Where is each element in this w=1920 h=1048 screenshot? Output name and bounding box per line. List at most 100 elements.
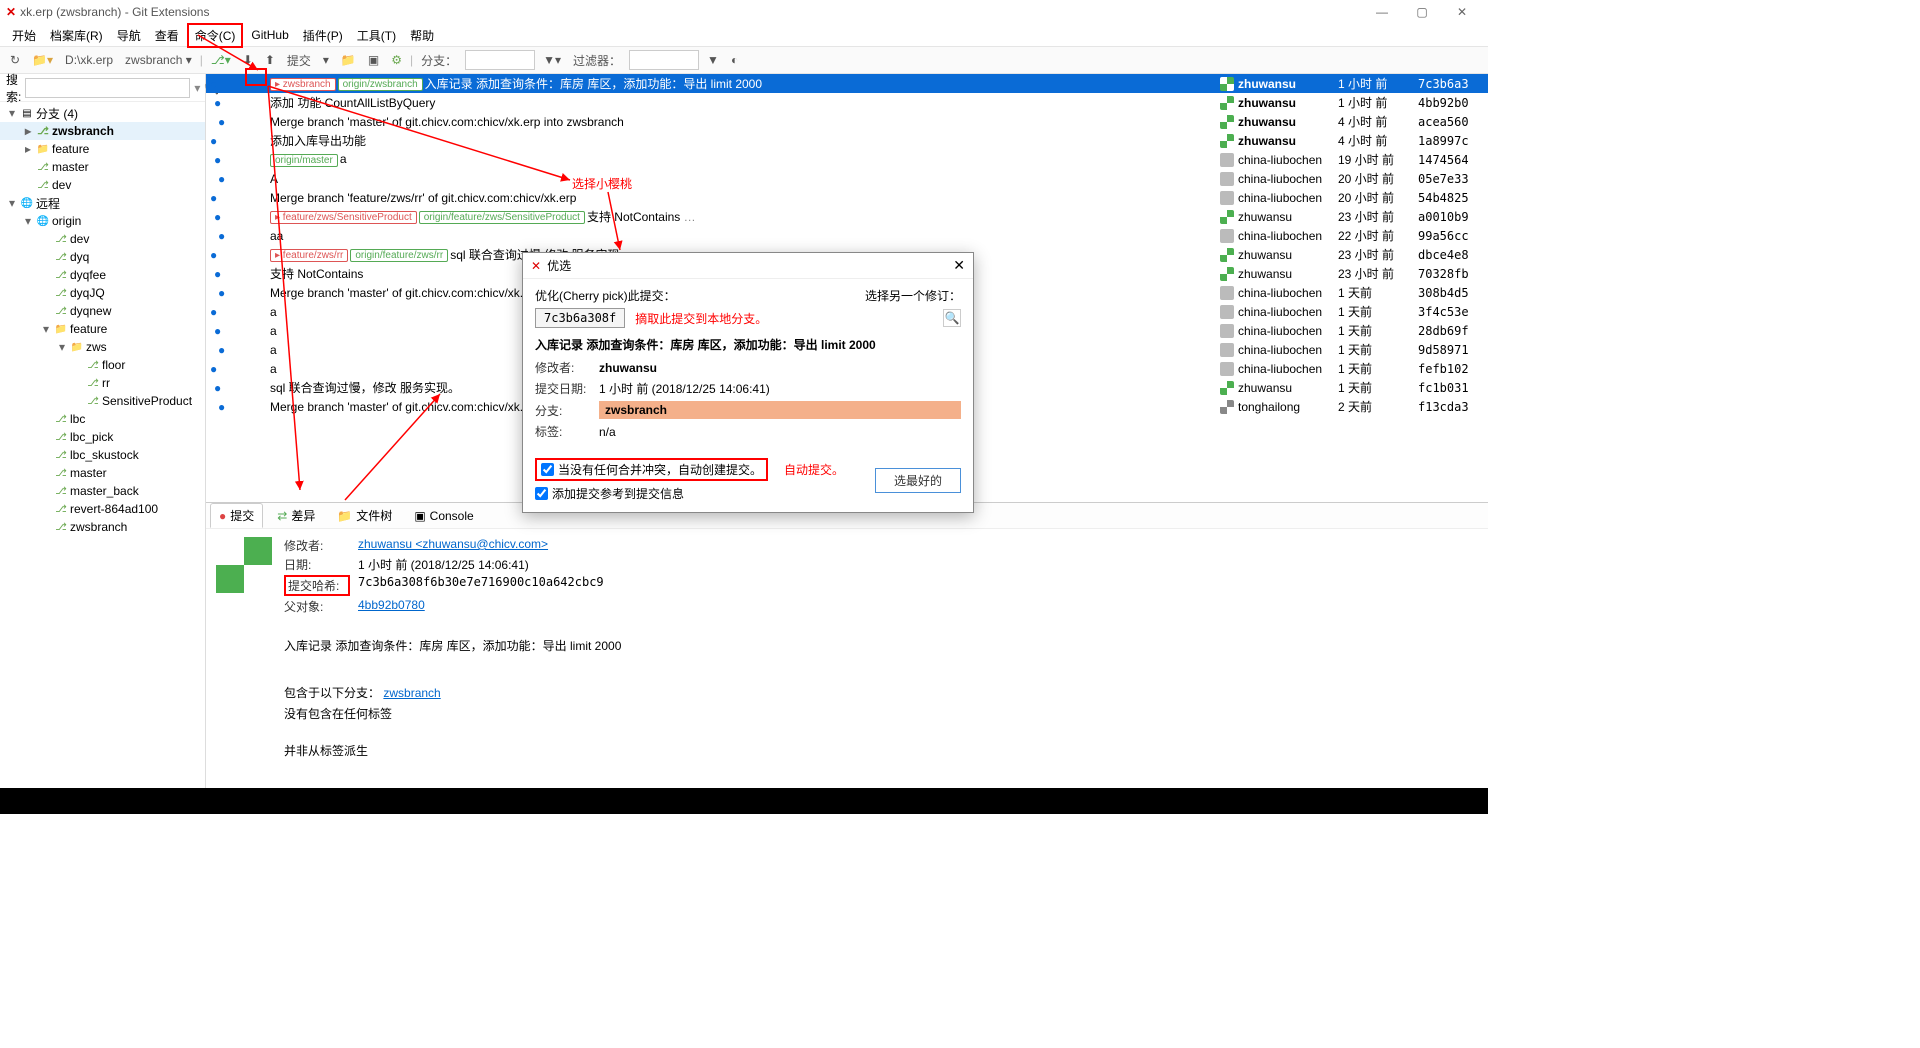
- dot-icon: ●: [219, 509, 226, 523]
- filter-clear-icon[interactable]: ◐: [727, 51, 742, 69]
- tree-origin-dyq[interactable]: ⎇dyq: [0, 248, 205, 266]
- tree-origin-zwsbranch[interactable]: ⎇zwsbranch: [0, 518, 205, 536]
- tree-origin-dyqjq[interactable]: ⎇dyqJQ: [0, 284, 205, 302]
- tree-local-master[interactable]: ⎇master: [0, 158, 205, 176]
- menu-commands[interactable]: 命令(C): [187, 23, 244, 48]
- tree-origin-lbcpick[interactable]: ⎇lbc_pick: [0, 428, 205, 446]
- dialog-pick-another-label: 选择另一个修订：: [865, 287, 961, 304]
- commit-row[interactable]: ●Merge branch 'feature/zws/rr' of git.ch…: [206, 188, 1488, 207]
- tree-origin-masterback[interactable]: ⎇master_back: [0, 482, 205, 500]
- branch-label: 分支：: [417, 50, 461, 71]
- maximize-button[interactable]: ▢: [1402, 5, 1442, 19]
- menu-help[interactable]: 帮助: [404, 25, 440, 46]
- detail-parent-link[interactable]: 4bb92b0780: [358, 598, 425, 612]
- tree-local-zwsbranch[interactable]: ▸⎇zwsbranch: [0, 122, 205, 140]
- tree-zws-sensitive[interactable]: ⎇SensitiveProduct: [0, 392, 205, 410]
- tab-console[interactable]: ▣Console: [406, 506, 481, 526]
- filter-input[interactable]: [629, 50, 699, 70]
- tree-local-feature[interactable]: ▸📁feature: [0, 140, 205, 158]
- dialog-title: 优选: [547, 257, 571, 274]
- menu-github[interactable]: GitHub: [245, 26, 294, 44]
- commit-button[interactable]: 提交: [283, 50, 315, 71]
- detail-no-tags: 没有包含在任何标签: [284, 705, 1478, 722]
- menu-plugins[interactable]: 插件(P): [297, 25, 349, 46]
- searchbar: 搜索: ▾ 🔍: [0, 74, 205, 102]
- path-text[interactable]: D:\xk.erp: [61, 51, 117, 69]
- tree-origin-lbcsku[interactable]: ⎇lbc_skustock: [0, 446, 205, 464]
- dialog-add-ref-checkbox[interactable]: [535, 487, 548, 500]
- detail-hash-label: 提交哈希:: [284, 575, 350, 596]
- dialog-branch: zwsbranch: [599, 401, 961, 419]
- settings-icon[interactable]: ⚙: [387, 51, 406, 69]
- push-icon[interactable]: ⬆: [261, 51, 279, 69]
- branch-icon: ⎇: [54, 466, 68, 480]
- branch-icon: ⎇: [86, 394, 100, 408]
- tree-origin[interactable]: ▾🌐origin: [0, 212, 205, 230]
- stash-icon[interactable]: ▾: [319, 51, 333, 69]
- left-pane: 搜索: ▾ 🔍 ▾▤分支 (4) ▸⎇zwsbranch ▸📁feature ⎇…: [0, 74, 206, 788]
- dialog-author-label: 修改者:: [535, 359, 591, 376]
- tree-remote-header[interactable]: ▾🌐远程: [0, 194, 205, 212]
- toolbar-refresh-icon[interactable]: ↻: [6, 51, 24, 69]
- dialog-browse-revision-button[interactable]: 🔍: [943, 309, 961, 327]
- tab-commit[interactable]: ●提交: [210, 503, 263, 528]
- branch-dropdown[interactable]: zwsbranch ▾: [121, 51, 196, 69]
- menu-repo[interactable]: 档案库(R): [44, 25, 109, 46]
- commit-row[interactable]: ●origin/masterachina-liubochen19 小时 前147…: [206, 150, 1488, 169]
- branch-filter-input[interactable]: [465, 50, 535, 70]
- detail-message: 入库记录 添加查询条件：库房 库区，添加功能：导出 limit 2000: [284, 637, 1478, 654]
- menu-view[interactable]: 查看: [149, 25, 185, 46]
- dialog-auto-commit-checkbox[interactable]: [541, 463, 554, 476]
- menu-start[interactable]: 开始: [6, 25, 42, 46]
- dialog-close-button[interactable]: ✕: [953, 257, 965, 274]
- dialog-hash[interactable]: 7c3b6a308f: [535, 308, 625, 328]
- search-dropdown-icon[interactable]: ▾: [194, 81, 200, 95]
- commit-row[interactable]: ●添加 功能 CountAllListByQueryzhuwansu1 小时 前…: [206, 93, 1488, 112]
- filter-icon[interactable]: ▼▾: [539, 51, 565, 69]
- search-input[interactable]: [25, 78, 190, 98]
- tree-zws-floor[interactable]: ⎇floor: [0, 356, 205, 374]
- dialog-ok-button[interactable]: 选最好的: [875, 468, 961, 493]
- commit-row[interactable]: ●Achina-liubochen20 小时 前05e7e33: [206, 169, 1488, 188]
- detail-contained-branch[interactable]: zwsbranch: [383, 686, 440, 700]
- browse-icon[interactable]: 📁: [337, 51, 360, 69]
- menu-tools[interactable]: 工具(T): [351, 25, 402, 46]
- dialog-cb1-label: 当没有任何合并冲突，自动创建提交。: [558, 461, 762, 478]
- commit-row[interactable]: ●添加入库导出功能zhuwansu4 小时 前1a8997c: [206, 131, 1488, 150]
- tree-local-dev[interactable]: ⎇dev: [0, 176, 205, 194]
- tree-origin-master[interactable]: ⎇master: [0, 464, 205, 482]
- tree-zws-rr[interactable]: ⎇rr: [0, 374, 205, 392]
- detail-date-label: 日期:: [284, 556, 350, 573]
- tree-origin-feature[interactable]: ▾📁feature: [0, 320, 205, 338]
- terminal-icon[interactable]: ▣: [364, 51, 383, 69]
- detail-author-link[interactable]: zhuwansu <zhuwansu@chicv.com>: [358, 537, 548, 551]
- tree-origin-revert[interactable]: ⎇revert-864ad100: [0, 500, 205, 518]
- branch-icon: ⎇: [54, 268, 68, 282]
- tree-origin-dyqnew[interactable]: ⎇dyqnew: [0, 302, 205, 320]
- tab-filetree[interactable]: 📁文件树: [329, 504, 400, 527]
- toolbar: ↻ 📁▾ D:\xk.erp zwsbranch ▾ | ⎇▾ ⬇ ⬆ 提交 ▾…: [0, 46, 1488, 74]
- filter-apply-icon[interactable]: ▼: [703, 51, 723, 69]
- window-title: xk.erp (zwsbranch) - Git Extensions: [20, 5, 209, 19]
- branch-icon: ⎇: [54, 304, 68, 318]
- tree-origin-lbc[interactable]: ⎇lbc: [0, 410, 205, 428]
- tree-origin-zws[interactable]: ▾📁zws: [0, 338, 205, 356]
- tree-origin-dyqfee[interactable]: ⎇dyqfee: [0, 266, 205, 284]
- bottom-border: [0, 788, 1488, 814]
- commit-row[interactable]: ●Merge branch 'master' of git.chicv.com:…: [206, 112, 1488, 131]
- minimize-button[interactable]: —: [1362, 5, 1402, 19]
- close-button[interactable]: ✕: [1442, 5, 1482, 19]
- dialog-date-label: 提交日期:: [535, 380, 591, 397]
- commit-row[interactable]: ●aachina-liubochen22 小时 前99a56cc: [206, 226, 1488, 245]
- commit-row[interactable]: ●▸ feature/zws/SensitiveProductorigin/fe…: [206, 207, 1488, 226]
- graph-icon[interactable]: ⎇▾: [207, 51, 235, 69]
- tree-origin-dev[interactable]: ⎇dev: [0, 230, 205, 248]
- commit-row[interactable]: ●▸ zwsbranchorigin/zwsbranch入库记录 添加查询条件：…: [206, 74, 1488, 93]
- tree-branches-header[interactable]: ▾▤分支 (4): [0, 104, 205, 122]
- folder-icon[interactable]: 📁▾: [28, 51, 57, 69]
- tab-diff[interactable]: ⇄差异: [269, 504, 323, 527]
- menu-nav[interactable]: 导航: [111, 25, 147, 46]
- pull-icon[interactable]: ⬇: [239, 51, 257, 69]
- menubar: 开始 档案库(R) 导航 查看 命令(C) GitHub 插件(P) 工具(T)…: [0, 24, 1488, 46]
- detail-avatar: [216, 537, 272, 593]
